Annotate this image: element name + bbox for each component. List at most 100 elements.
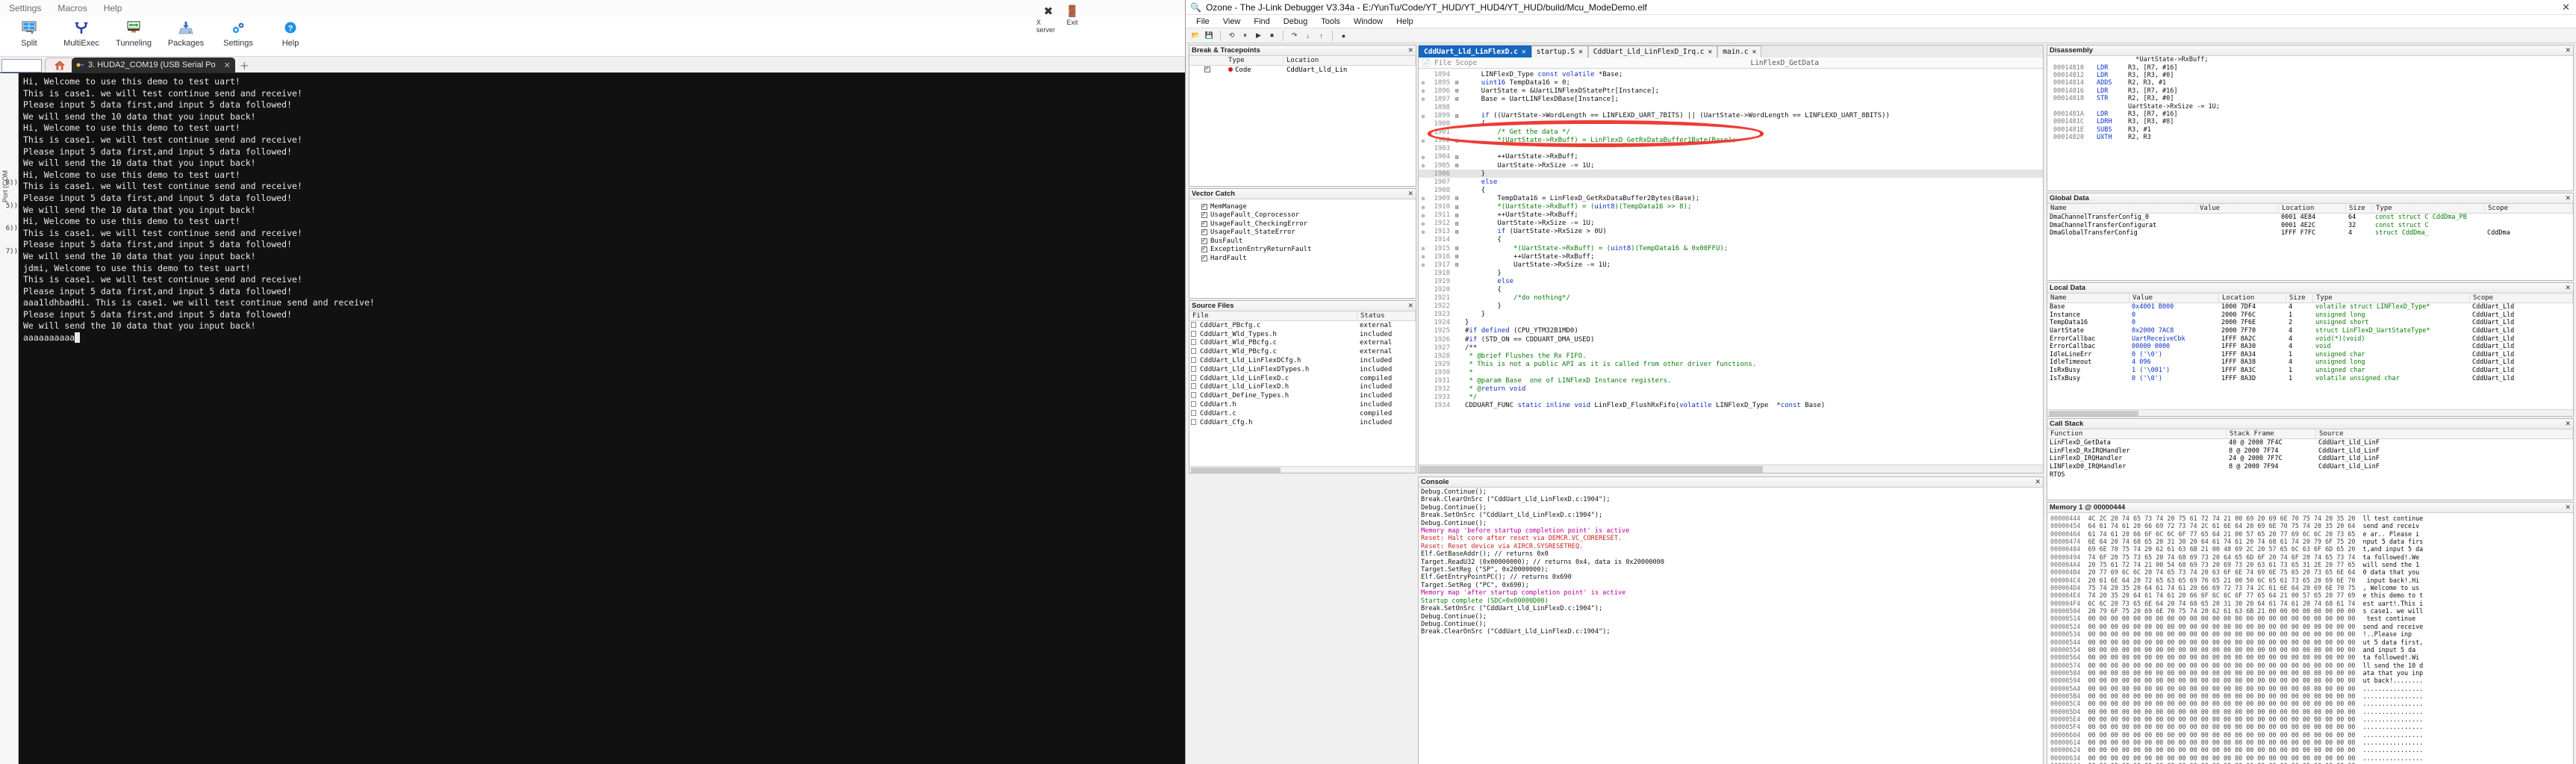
table-row[interactable]: 00014820 UXTH R2, R3 [2047, 134, 2573, 141]
console-output[interactable]: Debug.Continue(); Break.ClearOnSrc ("CddU… [1419, 488, 2043, 764]
code-line[interactable]: 1932 * @return void [1419, 385, 2043, 394]
breakpoint-gutter-icon[interactable]: ● [1419, 113, 1428, 119]
table-row[interactable]: *UartState->RxBuff; [2047, 56, 2573, 63]
close-icon[interactable]: ✕ [1407, 302, 1413, 310]
code-line[interactable]: ● 1904 ⊞ ++UartState->RxBuff; [1419, 153, 2043, 161]
menu-view[interactable]: View [1223, 17, 1241, 26]
toolbar-button-tunneling[interactable]: Tunneling [109, 16, 158, 48]
list-item[interactable]: HardFault [1189, 254, 1416, 263]
list-item[interactable]: UsageFault_StateError [1189, 228, 1416, 237]
table-row[interactable]: 00014818 STR R2, [R3, #0] [2047, 95, 2573, 102]
code-line[interactable]: 1928 * @brief Flushes the Rx FIFO. [1419, 352, 2043, 360]
vector-catch-checkbox[interactable] [1201, 202, 1207, 210]
list-item[interactable]: ExceptionEntryReturnFault [1189, 245, 1416, 255]
column-header[interactable]: Stack Frame [2227, 430, 2316, 438]
breakpoint-gutter-icon[interactable]: ● [1419, 87, 1428, 94]
code-line[interactable]: 1931 * @param Base one of LINFlexD Insta… [1419, 376, 2043, 385]
list-item[interactable]: UsageFault_CheckingError [1189, 220, 1416, 229]
menu-help[interactable]: Help [104, 3, 122, 13]
breakpoint-gutter-icon[interactable]: ● [1419, 253, 1428, 260]
table-row[interactable]: TempData16 0 2000 7F6E 2 unsigned short Cdd… [2047, 319, 2573, 327]
stop-icon[interactable]: ⏹ [1266, 30, 1278, 41]
table-row[interactable]: Base 0x4001 B000 1000 7DF4 4 volatile stru… [2047, 303, 2573, 311]
close-icon[interactable]: ✕ [2565, 420, 2571, 428]
code-line[interactable]: 1919 else [1419, 277, 2043, 285]
fold-toggle-icon[interactable]: ⊞ [1453, 79, 1460, 86]
terminal-output[interactable]: Hi, Welcome to use this demo to test uar… [19, 73, 1185, 764]
breakpoint-gutter-icon[interactable]: ● [1419, 245, 1428, 252]
column-header[interactable]: Size [2286, 294, 2313, 302]
table-row[interactable]: CddUart.c compiled [1189, 409, 1416, 418]
vector-catch-checkbox[interactable] [1201, 228, 1207, 236]
code-line[interactable]: ● 1915 ⊞ *(UartState->RxBuff) = (uint8)(… [1419, 244, 2043, 252]
table-row[interactable]: CddUart_Define_Types.h included [1189, 391, 1416, 400]
step-into-icon[interactable]: ↓ [1302, 30, 1313, 41]
step-over-icon[interactable]: ↷ [1289, 30, 1300, 41]
editor-tab[interactable]: CddUart_Lld_LinFlexD.c ✕ [1419, 46, 1531, 58]
code-line[interactable]: 1918 } [1419, 269, 2043, 277]
close-icon[interactable]: ✕ [1752, 48, 1757, 56]
code-line[interactable]: 1900 { [1419, 120, 2043, 128]
editor-tab[interactable]: startup.S ✕ [1531, 46, 1588, 58]
column-header[interactable]: Scope [2485, 205, 2573, 212]
xserver-button[interactable]: ✖ X server [1036, 1, 1060, 43]
column-header[interactable]: Type [2313, 294, 2470, 302]
menu-macros[interactable]: Macros [57, 3, 87, 13]
vector-catch-checkbox[interactable] [1201, 254, 1207, 261]
save-icon[interactable]: 💾 [1204, 30, 1215, 41]
fold-toggle-icon[interactable]: ⊞ [1453, 204, 1460, 211]
table-row[interactable]: 00014810 LDR R3, [R7, #16] [2047, 63, 2573, 72]
table-row[interactable]: IdleLineErr 0 ('\0') 1FFF 8A34 1 unsigned … [2047, 351, 2573, 359]
table-row[interactable]: CddUart_Wld_Types.h included [1189, 330, 1416, 339]
table-row[interactable]: CddUart_Lld_LinFlexDCfg.h included [1189, 356, 1416, 365]
code-line[interactable]: 1903 [1419, 145, 2043, 153]
table-row[interactable]: CddUart_Lld_LinFlexDTypes.h included [1189, 365, 1416, 374]
code-line[interactable]: 1914 { [1419, 236, 2043, 244]
table-row[interactable]: RTOS [2047, 470, 2573, 479]
table-row[interactable]: LinFlexD_RxIRQHandler 8 @ 2000 7F74 CddUa… [2047, 447, 2573, 456]
breakpoint-gutter-icon[interactable]: ● [1419, 261, 1428, 268]
editor-tab[interactable]: main.c ✕ [1717, 46, 1762, 58]
table-row[interactable]: UartState 0x2000 7AC8 2000 7F70 4 struct L… [2047, 327, 2573, 335]
table-row[interactable]: CddUart_Wld_PBcfg.c external [1189, 339, 1416, 348]
table-row[interactable]: UartState->RxSize -= 1U; [2047, 102, 2573, 111]
editor-tab[interactable]: CddUart_Lld_LinFlexD_Irq.c ✕ [1587, 46, 1718, 58]
code-line[interactable]: 1927 /** [1419, 344, 2043, 352]
sidebar-toggle[interactable] [1, 59, 42, 72]
breakpoint-gutter-icon[interactable]: ● [1419, 229, 1428, 235]
toolbar-button-split[interactable]: Split [4, 16, 54, 48]
code-line[interactable]: 1906 } [1419, 170, 2043, 178]
code-line[interactable]: ● 1899 ⊞ if ((UartState->WordLength == L… [1419, 111, 2043, 119]
fold-toggle-icon[interactable]: ⊞ [1453, 87, 1460, 94]
close-icon[interactable]: ✕ [1578, 48, 1583, 56]
column-header[interactable]: Location [2219, 294, 2286, 302]
code-line[interactable]: ● 1911 ⊞ ++UartState->RxBuff; [1419, 211, 2043, 220]
toolbar-button-settings[interactable]: Settings [214, 16, 263, 48]
vector-catch-checkbox[interactable] [1201, 211, 1207, 219]
table-row[interactable]: IsTxBusy 0 ('\0') 1FFF 8A3D 1 volatile uns… [2047, 374, 2573, 382]
menu-find[interactable]: Find [1254, 17, 1269, 26]
fold-toggle-icon[interactable]: ⊞ [1453, 261, 1460, 268]
table-row[interactable]: LinFlexD_GetData 40 @ 2000 7F4C CddUart_L… [2047, 439, 2573, 447]
pause-icon[interactable]: ⏸ [1239, 30, 1251, 41]
breakpoint-gutter-icon[interactable]: ● [1419, 220, 1428, 227]
fold-toggle-icon[interactable]: ⊞ [1453, 253, 1460, 260]
table-row[interactable]: CddUart_Lld_LinFlexD.c compiled [1189, 374, 1416, 383]
table-row[interactable]: 0001481C LDRH R3, [R3, #8] [2047, 118, 2573, 125]
menu-file[interactable]: File [1196, 17, 1210, 26]
local-data-hscrollbar[interactable] [2047, 409, 2573, 416]
open-file-icon[interactable]: 📂 [1190, 30, 1201, 41]
window-close-icon[interactable]: ✕ [2562, 1, 2570, 13]
column-header[interactable]: Function [2047, 430, 2227, 438]
close-icon[interactable]: ✕ [1407, 46, 1413, 55]
code-line[interactable]: ● 1895 ⊞ uint16 TempData16 = 0; [1419, 78, 2043, 87]
fold-toggle-icon[interactable]: ⊞ [1453, 245, 1460, 252]
code-line[interactable]: ● 1896 ⊞ UartState = &UartLINFlexDStateP… [1419, 87, 2043, 95]
breakpoint-gutter-icon[interactable]: ● [1419, 162, 1428, 169]
code-line[interactable]: 1898 [1419, 103, 2043, 111]
table-row[interactable]: ErrorCallbac UartReceiveCbk 1FFF 8A2C 4 vo… [2047, 335, 2573, 343]
table-row[interactable]: DmaChannelTransferConfigurat 0001 4E2C 32… [2047, 222, 2573, 230]
fold-toggle-icon[interactable]: ⊞ [1453, 229, 1460, 235]
tab-session-huda2[interactable]: 3. HUDA2_COM19 (USB Serial Po ✕ [72, 58, 235, 72]
breakpoint-gutter-icon[interactable]: ● [1419, 154, 1428, 161]
